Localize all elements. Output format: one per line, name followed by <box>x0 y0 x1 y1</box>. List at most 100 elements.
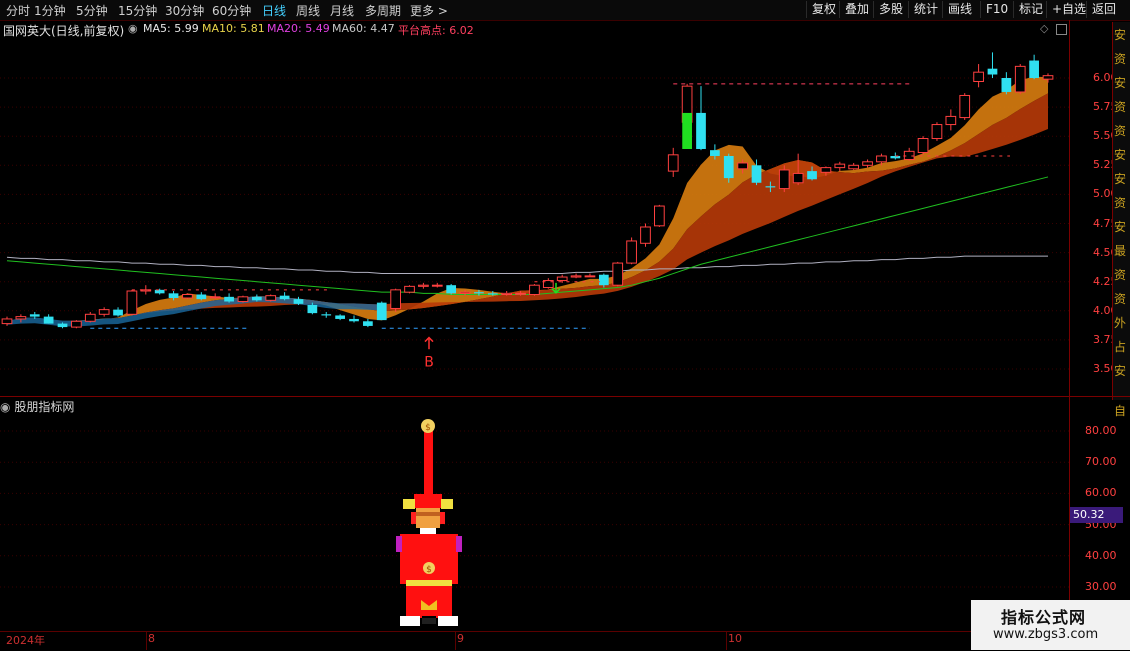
tab-15min[interactable]: 15分钟 <box>118 2 157 19</box>
svg-text:$: $ <box>426 565 432 575</box>
candles <box>1 52 1054 329</box>
candle-body <box>959 94 971 119</box>
indicator-tick: 60.00 <box>1085 486 1117 500</box>
candle-body <box>667 154 679 172</box>
ma60-line <box>6 176 1049 296</box>
indicator-tick: 80.00 <box>1085 424 1117 437</box>
candle-body <box>696 112 706 150</box>
right-info-char: 资 <box>1114 100 1127 114</box>
candle-body <box>209 296 221 299</box>
candle-body <box>723 155 734 179</box>
f10-button[interactable]: F10 <box>980 1 1013 18</box>
back-button[interactable]: 返回 <box>1086 1 1121 18</box>
window-toggle-icon[interactable] <box>1056 24 1067 35</box>
candlestick-chart[interactable]: B <box>0 38 1070 398</box>
ma-long-line <box>6 255 1048 275</box>
candle-body <box>1 318 13 325</box>
tab-5min[interactable]: 5分钟 <box>76 2 108 19</box>
candle-body <box>251 296 262 301</box>
overlay-button[interactable]: 叠加 <box>839 1 874 18</box>
candle-body <box>626 240 637 264</box>
tab-30min[interactable]: 30分钟 <box>165 2 204 19</box>
candle-body <box>640 226 651 244</box>
candle-body <box>182 294 193 299</box>
candle-body <box>987 68 998 75</box>
ma60-label: MA60: 4.47 <box>332 22 395 35</box>
indicator-chart: $ $ <box>0 419 1070 626</box>
candle-body <box>890 155 901 159</box>
tab-monthly[interactable]: 月线 <box>330 2 354 19</box>
candle-body <box>848 164 860 170</box>
indicator-value-box: 50.32 <box>1070 507 1123 523</box>
tab-1min[interactable]: 1分钟 <box>34 2 66 19</box>
stock-title: 国网英大(日线,前复权) <box>3 24 125 38</box>
right-info-char: 资 <box>1114 196 1127 210</box>
candle-body <box>778 169 790 190</box>
ma10-ma20-ribbon <box>7 93 1048 321</box>
date-tick <box>455 632 456 650</box>
candle-body <box>335 315 345 319</box>
tab-60min[interactable]: 60分钟 <box>212 2 251 19</box>
candle-body <box>556 276 568 282</box>
candle-body <box>807 171 817 180</box>
candle-body <box>834 163 846 169</box>
right-info-char: 安 <box>1114 220 1127 234</box>
candle-body <box>529 284 540 296</box>
tab-more[interactable]: 更多 > <box>410 2 448 19</box>
adjust-button[interactable]: 复权 <box>806 1 841 18</box>
candle-body <box>113 309 123 316</box>
indicator-tick: 40.00 <box>1085 548 1117 562</box>
add-watchlist-button[interactable]: +自选 <box>1046 1 1091 18</box>
candle-body <box>57 323 68 328</box>
date-tick <box>726 632 727 650</box>
ma5-label: MA5: 5.99 <box>143 22 199 35</box>
candle-body <box>446 285 457 294</box>
candle-body <box>973 71 984 82</box>
candle-body <box>1014 65 1026 93</box>
candle-body <box>598 274 609 286</box>
candle-body <box>710 150 720 156</box>
platform-high-label: 平台高点: 6.02 <box>398 24 474 37</box>
ma-lines <box>6 176 1049 296</box>
candle-body <box>196 294 207 300</box>
mark-button[interactable]: 标记 <box>1013 1 1048 18</box>
candle-body <box>279 295 290 300</box>
candle-body <box>224 296 234 302</box>
candle-body <box>654 205 665 227</box>
multi-stock-button[interactable]: 多股 <box>873 1 908 18</box>
panel-separator <box>0 396 1130 397</box>
candle-body <box>237 296 249 302</box>
date-label-aug: 8 <box>148 632 155 645</box>
candle-body <box>487 293 498 295</box>
buy-signal-label: B <box>424 355 434 371</box>
candle-body <box>862 161 873 166</box>
watermark-url: www.zbgs3.com <box>993 627 1099 642</box>
ma10-label: MA10: 5.81 <box>202 22 265 35</box>
right-info-char: 安 <box>1114 28 1127 42</box>
annotations: B <box>90 83 1010 371</box>
right-info-char: 安 <box>1114 148 1127 162</box>
candle-body <box>945 115 957 126</box>
candle-body <box>321 314 332 316</box>
tab-intraday[interactable]: 分时 <box>6 2 30 19</box>
candle-body <box>917 138 929 153</box>
date-tick <box>146 632 147 650</box>
candle-body <box>349 318 359 322</box>
candle-body <box>126 290 138 315</box>
date-label-oct: 10 <box>728 632 742 645</box>
candle-body <box>612 262 624 286</box>
candle-body <box>71 320 82 328</box>
settings-circle-icon[interactable]: ◉ <box>128 22 138 35</box>
price-grid <box>0 77 1070 370</box>
diamond-icon[interactable]: ◇ <box>1040 22 1048 35</box>
draw-line-button[interactable]: 画线 <box>942 1 977 18</box>
candle-body <box>98 309 110 315</box>
mascot-figure: $ $ <box>396 419 462 626</box>
tab-weekly[interactable]: 周线 <box>296 2 320 19</box>
date-label-year: 2024年 <box>6 634 45 647</box>
candle-body <box>1042 75 1054 80</box>
candle-body <box>765 186 776 188</box>
stats-button[interactable]: 统计 <box>908 1 943 18</box>
tab-multi-period[interactable]: 多周期 <box>365 2 401 19</box>
tab-daily[interactable]: 日线 <box>262 2 286 19</box>
